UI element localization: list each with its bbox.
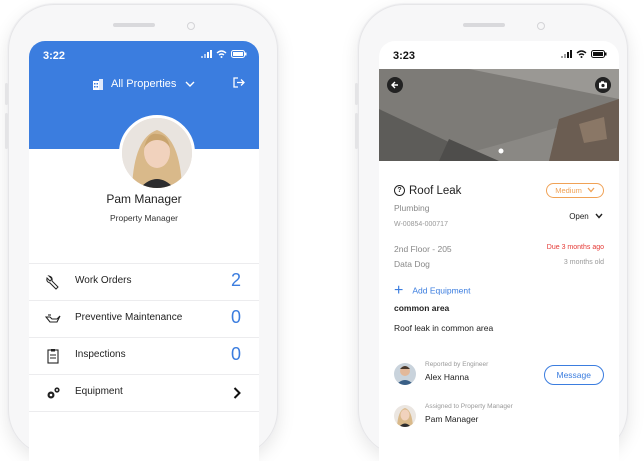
- add-equipment-label: Add Equipment: [412, 285, 471, 296]
- battery-icon: [231, 50, 247, 58]
- speaker-grille: [113, 23, 155, 27]
- description: Roof leak in common area: [394, 323, 494, 333]
- front-camera: [187, 22, 195, 30]
- work-order-title: ? Roof Leak: [394, 185, 461, 197]
- menu-item-count: 0: [230, 307, 241, 327]
- front-camera: [537, 22, 545, 30]
- screen-left: 3:22 All Properties Pam Manager Property…: [29, 41, 259, 461]
- title-text: Roof Leak: [409, 185, 462, 197]
- chevron-down-icon: [595, 213, 603, 219]
- plus-icon: +: [394, 282, 404, 299]
- ceiling-photo: [379, 69, 619, 161]
- avatar: [119, 115, 195, 191]
- chevron-down-icon: [587, 187, 595, 193]
- speaker-grille: [463, 23, 505, 27]
- assignee-name: Pam Manager: [425, 414, 479, 424]
- priority-badge[interactable]: Medium: [546, 183, 604, 198]
- chevron-right-icon: [233, 387, 241, 399]
- location: 2nd Floor - 205: [394, 244, 452, 254]
- back-button[interactable]: [387, 77, 403, 93]
- area: common area: [394, 303, 450, 313]
- tenant: Data Dog: [394, 259, 430, 269]
- clock: 3:23: [393, 50, 416, 62]
- due-status: Due 3 months ago: [546, 244, 604, 251]
- profile-photo: [122, 118, 192, 188]
- menu-item-count: 2: [230, 270, 241, 290]
- wrench-icon: [46, 275, 59, 290]
- screen-right: 3:23 ? Roof Leak Medium Plumbing W-00854…: [379, 41, 619, 461]
- gears-icon: [47, 387, 60, 399]
- menu-item-label: Equipment: [75, 386, 123, 397]
- status-dropdown[interactable]: Open: [569, 212, 603, 221]
- status-bar: 3:22: [29, 50, 259, 64]
- chevron-down-icon: [185, 81, 195, 88]
- signal-icon: [201, 50, 212, 58]
- menu-item-equipment[interactable]: Equipment: [29, 374, 259, 411]
- status-icons: [561, 50, 607, 58]
- question-icon: ?: [394, 185, 405, 197]
- category: Plumbing: [394, 203, 430, 213]
- assigned-to: Assigned to Property Manager Pam Manager: [394, 403, 619, 433]
- status-label: Open: [569, 212, 589, 221]
- work-order-photo[interactable]: [379, 69, 619, 161]
- logout-button[interactable]: [233, 77, 245, 91]
- menu-divider: [29, 411, 259, 413]
- oil-can-icon: [45, 314, 61, 323]
- assigned-caption: Assigned to Property Manager: [425, 403, 513, 410]
- avatar: [394, 363, 416, 385]
- age: 3 months old: [563, 259, 604, 266]
- property-selector[interactable]: All Properties: [29, 78, 259, 90]
- battery-icon: [591, 50, 607, 58]
- phone-frame-left: 3:22 All Properties Pam Manager Property…: [5, 4, 278, 461]
- camera-button[interactable]: [595, 77, 611, 93]
- phone-frame-right: 3:23 ? Roof Leak Medium Plumbing W-00854…: [355, 4, 628, 461]
- profile-role: Property Manager: [109, 213, 179, 223]
- menu-item-label: Inspections: [75, 349, 126, 360]
- avatar: [394, 405, 416, 427]
- menu-item-label: Work Orders: [75, 275, 132, 286]
- clipboard-icon: [47, 349, 59, 364]
- profile-name: Pam Manager: [106, 192, 182, 206]
- side-button: [355, 83, 358, 105]
- camera-icon: [599, 81, 607, 89]
- wifi-icon: [216, 50, 227, 58]
- clock: 3:22: [43, 50, 66, 62]
- menu-item-work-orders[interactable]: Work Orders 2: [29, 263, 259, 300]
- menu-item-label: Preventive Maintenance: [75, 312, 183, 323]
- logout-icon: [233, 77, 245, 88]
- side-button: [355, 113, 358, 149]
- reported-caption: Reported by Engineer: [425, 361, 489, 368]
- main-menu: Work Orders 2 Preventive Maintenance 0 I…: [29, 263, 259, 413]
- add-equipment-button[interactable]: + Add Equipment: [394, 282, 470, 300]
- reporter-name: Alex Hanna: [425, 372, 469, 382]
- side-button: [5, 83, 8, 105]
- side-button: [5, 113, 8, 149]
- property-selector-label: All Properties: [110, 78, 177, 90]
- menu-item-inspections[interactable]: Inspections 0: [29, 337, 259, 374]
- work-order-number: W-00854-000717: [394, 221, 448, 228]
- message-button[interactable]: Message: [543, 365, 604, 385]
- menu-item-preventive-maintenance[interactable]: Preventive Maintenance 0: [29, 300, 259, 337]
- arrow-left-icon: [391, 81, 398, 89]
- building-icon: [92, 78, 103, 90]
- status-icons: [201, 50, 247, 58]
- status-bar: 3:23: [379, 50, 619, 64]
- menu-item-count: 0: [230, 344, 241, 364]
- wifi-icon: [576, 50, 587, 58]
- signal-icon: [561, 50, 572, 58]
- priority-label: Medium: [555, 186, 582, 195]
